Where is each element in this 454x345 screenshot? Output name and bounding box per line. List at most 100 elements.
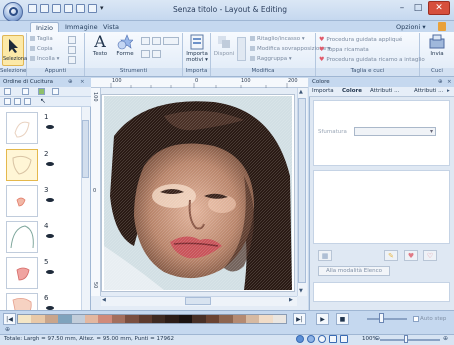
color-panel-close-icon[interactable]: × — [447, 79, 452, 85]
thread-color-segment[interactable] — [192, 315, 206, 323]
minimize-button[interactable]: – — [396, 2, 408, 15]
thread-color-segment[interactable] — [125, 315, 139, 323]
import-patterns-button[interactable]: Importa motivi ▾ — [185, 34, 209, 63]
thread-color-segment[interactable] — [138, 315, 153, 323]
tab-inizio[interactable]: Inizio — [30, 22, 60, 32]
measure-icon[interactable] — [152, 50, 161, 58]
embroidered-patch-button[interactable]: ♥ Toppa ricamata — [319, 46, 369, 53]
app-menu-button[interactable] — [3, 2, 23, 22]
close-button[interactable]: ✕ — [428, 1, 450, 15]
thread-color-segment[interactable] — [111, 315, 126, 323]
thread-color-segment[interactable] — [259, 315, 273, 323]
speed-slider-track[interactable] — [367, 318, 407, 320]
zoom-in-icon[interactable] — [141, 37, 150, 45]
align-icon[interactable] — [237, 37, 246, 61]
move-top-icon[interactable] — [4, 98, 11, 105]
tab-attributi-1[interactable]: Attributi ... — [370, 88, 399, 94]
thread-color-segment[interactable] — [178, 315, 193, 323]
redo-icon[interactable] — [76, 4, 85, 13]
send-button[interactable]: Invia — [426, 34, 448, 57]
play-button[interactable]: ▶ — [316, 313, 329, 325]
mirror-icon[interactable] — [68, 46, 76, 54]
cutwork-wizard-button[interactable]: ♥ Procedura guidata ricamo a intaglio — [319, 56, 425, 63]
copy-button[interactable]: Copia — [30, 46, 53, 52]
gradient-select[interactable]: ▾ — [354, 127, 436, 136]
zoom-dropdown[interactable] — [163, 37, 179, 45]
tab-attributi-2[interactable]: Attributi ... — [414, 88, 443, 94]
list-item[interactable]: 5 — [0, 255, 80, 291]
color-panel-pin-icon[interactable]: ⊕ — [438, 79, 443, 85]
new-file-icon[interactable] — [28, 4, 37, 13]
tab-colore[interactable]: Colore — [342, 88, 362, 94]
page-view-icon[interactable] — [340, 335, 348, 343]
help-icon[interactable] — [438, 22, 446, 31]
scroll-left-icon[interactable]: ◀ — [102, 297, 106, 303]
thread-color-segment[interactable] — [245, 315, 260, 323]
thread-color-segment[interactable] — [232, 315, 246, 323]
thread-color-segment[interactable] — [85, 315, 99, 323]
list-item[interactable]: 2 — [0, 147, 80, 183]
save-icon[interactable] — [52, 4, 61, 13]
merge-icon[interactable] — [52, 88, 59, 95]
thread-color-segment[interactable] — [71, 315, 86, 323]
thread-color-segment[interactable] — [31, 315, 45, 323]
zoom-slider-knob[interactable] — [404, 335, 408, 343]
list-item[interactable]: 1 — [0, 110, 80, 146]
thread-color-segment[interactable] — [272, 315, 287, 323]
paste-button[interactable]: Incolla ▾ — [30, 56, 59, 62]
group-objects-button[interactable]: Raggruppa ▾ — [250, 56, 292, 62]
tab-immagine[interactable]: Immagine — [60, 22, 103, 32]
heart-color-button-1[interactable]: ♥ — [404, 250, 418, 261]
color-palette-button[interactable]: ▦ — [318, 250, 332, 261]
maximize-button[interactable]: □ — [412, 2, 424, 15]
visibility-eye-icon[interactable] — [46, 234, 54, 238]
delete-icon[interactable] — [68, 56, 76, 64]
thread-color-segment[interactable] — [205, 315, 220, 323]
panel-close-icon[interactable]: × — [80, 79, 85, 85]
options-menu[interactable]: Opzioni ▾ — [396, 23, 426, 31]
tab-importa[interactable]: Importa — [312, 88, 334, 94]
realistic-view-icon[interactable] — [307, 335, 315, 343]
thread-color-segment[interactable] — [58, 315, 72, 323]
text-button[interactable]: A Testo — [89, 34, 111, 58]
preview-icon[interactable] — [88, 4, 97, 13]
thread-color-segment[interactable] — [44, 315, 59, 323]
zoom-out-icon[interactable] — [152, 37, 161, 45]
view-mode-icon[interactable] — [4, 88, 11, 95]
open-folder-icon[interactable] — [40, 4, 49, 13]
list-item[interactable]: 4 — [0, 219, 80, 255]
color-group-icon[interactable] — [38, 88, 45, 95]
thread-color-segment[interactable] — [152, 315, 166, 323]
thread-color-list[interactable] — [313, 170, 450, 244]
cut-button[interactable]: Taglia — [30, 36, 53, 42]
move-up-icon[interactable] — [14, 98, 21, 105]
go-end-button[interactable]: ▶| — [293, 313, 306, 325]
thread-color-segment[interactable] — [219, 315, 233, 323]
list-item[interactable]: 3 — [0, 183, 80, 219]
zoom-in-button[interactable]: ⊕ — [443, 335, 448, 342]
qat-dropdown-icon[interactable]: ▾ — [100, 4, 105, 13]
grid-view-icon[interactable] — [318, 335, 326, 343]
scroll-down-icon[interactable]: ▼ — [299, 288, 303, 294]
visibility-eye-icon[interactable] — [46, 125, 54, 129]
pan-icon[interactable] — [141, 50, 150, 58]
thread-color-segment[interactable] — [98, 315, 112, 323]
undo-icon[interactable] — [64, 4, 73, 13]
move-down-icon[interactable] — [24, 98, 31, 105]
tabs-scroll-icon[interactable]: ▸ — [447, 88, 450, 94]
shapes-button[interactable]: Forme — [114, 34, 136, 57]
canvas-vertical-scroll-thumb[interactable] — [298, 98, 306, 283]
heart-color-button-2[interactable]: ♡ — [423, 250, 437, 261]
pointer-icon[interactable]: ↖ — [40, 97, 46, 105]
visibility-eye-icon[interactable] — [46, 270, 54, 274]
go-start-button[interactable]: |◀ — [3, 313, 16, 325]
scroll-up-icon[interactable]: ▲ — [299, 89, 303, 95]
zoom-slider-track[interactable] — [380, 339, 440, 341]
design-view-icon[interactable] — [296, 335, 304, 343]
visibility-eye-icon[interactable] — [46, 198, 54, 202]
scroll-right-icon[interactable]: ▶ — [289, 297, 293, 303]
list-mode-button[interactable]: Alla modalità Elenco — [318, 266, 390, 276]
crop-embed-button[interactable]: Ritaglio/incasso ▾ — [250, 36, 305, 42]
thread-color-segment[interactable] — [18, 315, 32, 323]
thread-color-segment[interactable] — [165, 315, 179, 323]
